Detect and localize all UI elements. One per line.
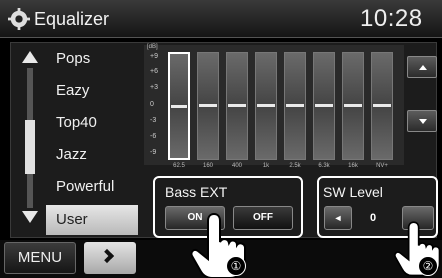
chevron-right-icon (99, 248, 115, 264)
eq-band-slider[interactable] (226, 52, 248, 160)
preset-scroll-thumb[interactable] (25, 120, 35, 174)
eq-band-level (373, 104, 391, 107)
arrow-up-icon[interactable] (22, 51, 38, 63)
clock: 10:28 (360, 5, 423, 32)
eq-band-level (171, 105, 187, 108)
sw-level-value: 0 (369, 212, 377, 224)
eq-band-slider[interactable] (168, 52, 190, 160)
eq-band-level (199, 104, 217, 107)
eq-band-slider[interactable] (342, 52, 364, 160)
eq-band-level (344, 104, 362, 107)
gear-icon (8, 8, 30, 30)
arrow-down-icon[interactable] (22, 211, 38, 223)
callout-two: ② (418, 256, 438, 276)
scale-label: -9 (150, 149, 157, 156)
eq-band-level (228, 104, 246, 107)
next-button[interactable] (84, 242, 136, 274)
scale-label: +3 (150, 84, 158, 91)
graph-scroll-down-button[interactable] (407, 110, 437, 132)
band-freq-label: 6.3k (318, 163, 330, 169)
eq-band-slider[interactable] (255, 52, 277, 160)
preset-item[interactable]: Eazy (46, 76, 138, 106)
band-freq-label: 62.5 (173, 163, 185, 169)
band-freq-label: 400 (231, 163, 242, 169)
menu-button[interactable]: MENU (4, 242, 76, 274)
band-freq-label: NV+ (376, 163, 388, 169)
eq-band-level (286, 104, 304, 107)
scale-label: +6 (150, 68, 158, 75)
scale-label: 0 (150, 101, 154, 108)
eq-band-level (315, 104, 333, 107)
bass-ext-label: Bass EXT (165, 184, 228, 200)
scale-label: +9 (150, 53, 158, 60)
band-freq-label: 16k (348, 163, 358, 169)
eq-band-slider[interactable] (284, 52, 306, 160)
eq-band-slider[interactable] (313, 52, 335, 160)
scale-label: -6 (150, 133, 157, 140)
graph-scroll-up-button[interactable] (407, 56, 437, 78)
eq-band-slider[interactable] (197, 52, 219, 160)
eq-band-level (257, 104, 275, 107)
sw-level-label: SW Level (323, 184, 383, 200)
caret-up-icon (419, 65, 427, 70)
preset-item[interactable]: Jazz (46, 140, 138, 170)
callout-one: ① (226, 256, 246, 276)
db-unit-label: [dB] (147, 44, 158, 50)
band-freq-label: 1k (262, 163, 270, 169)
preset-item[interactable]: Top40 (46, 108, 138, 138)
band-freq-label: 160 (202, 163, 213, 169)
page-title: Equalizer (34, 9, 110, 29)
preset-item[interactable]: Powerful (46, 172, 138, 202)
band-freq-label: 2.5k (289, 163, 301, 169)
sw-level-decrease-button[interactable]: ◄ (324, 206, 352, 230)
title-bar: Equalizer 10:28 (0, 0, 442, 38)
caret-down-icon (419, 119, 427, 124)
preset-item[interactable]: Pops (46, 44, 138, 74)
preset-item-selected[interactable]: User (46, 205, 138, 235)
scale-label: -3 (150, 117, 157, 124)
eq-band-slider[interactable] (371, 52, 393, 160)
